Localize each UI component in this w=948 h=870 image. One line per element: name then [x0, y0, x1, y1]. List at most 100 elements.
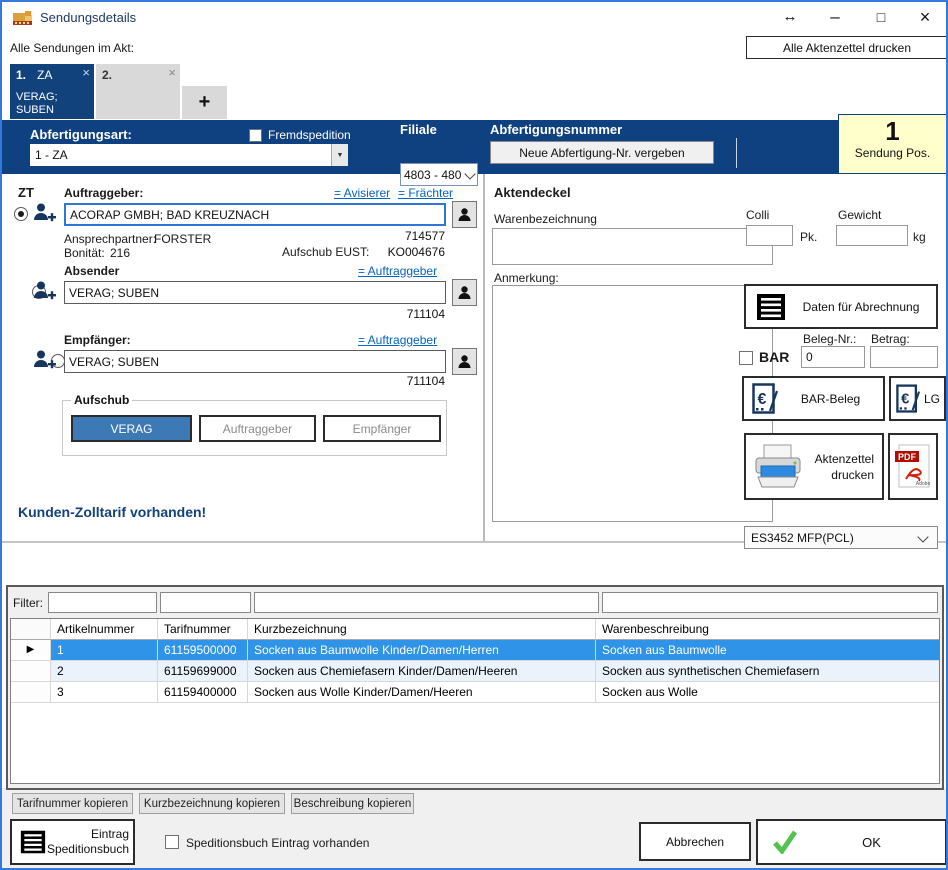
filter-tarifnummer-input[interactable] [160, 592, 251, 613]
aktenzettel-label: Aktenzetteldrucken [806, 451, 882, 483]
copy-beschreibung-button[interactable]: Beschreibung kopieren [291, 793, 414, 814]
auftraggeber-number: 714577 [365, 229, 445, 243]
grid-header-kurzbezeichnung[interactable]: Kurzbezeichnung [248, 619, 596, 640]
absender-input[interactable] [64, 281, 446, 304]
filter-kurzbezeichnung-input[interactable] [254, 592, 599, 613]
empfaenger-contact-button[interactable] [452, 348, 477, 375]
tab-close-icon[interactable]: × [168, 65, 176, 80]
abfertigung-bar: Abfertigungsart: Fremdspedition 1 - ZA ▼… [2, 120, 946, 174]
copy-tarifnummer-button[interactable]: Tarifnummer kopieren [12, 793, 133, 814]
copy-kurzbezeichnung-button[interactable]: Kurzbezeichnung kopieren [139, 793, 285, 814]
grid-header-warenbeschreibung[interactable]: Warenbeschreibung [596, 619, 939, 640]
grid-header-artikelnummer[interactable]: Artikelnummer [51, 619, 158, 640]
warenbezeichnung-textarea[interactable] [492, 228, 773, 265]
beleg-nr-input[interactable] [801, 346, 865, 368]
bar-label: BAR [759, 349, 789, 365]
empfaenger-number: 711104 [365, 374, 445, 388]
add-shipment-tab-button[interactable]: + [182, 86, 227, 119]
grid-header-selector [11, 619, 51, 640]
row-selector [11, 661, 51, 682]
tab-code: ZA [37, 68, 52, 82]
dropdown-arrow-icon[interactable]: ▼ [331, 144, 348, 166]
aktenzettel-label-line1: Aktenzettel [815, 452, 874, 466]
printer-select[interactable]: ES3452 MFP(PCL) [744, 526, 938, 549]
articles-grid: Artikelnummer Tarifnummer Kurzbezeichnun… [10, 618, 940, 784]
grid-header-tarifnummer[interactable]: Tarifnummer [158, 619, 248, 640]
check-icon [772, 830, 798, 854]
aktenzettel-drucken-button[interactable]: Aktenzetteldrucken [744, 433, 884, 500]
svg-text:PDF: PDF [898, 452, 917, 462]
auftraggeber-input[interactable] [64, 203, 446, 226]
filter-label: Filter: [13, 596, 43, 610]
filiale-select[interactable]: 4803 - 480 [400, 163, 478, 186]
svg-text:€: € [758, 391, 767, 408]
cell-kurzbezeichnung: Socken aus Wolle Kinder/Damen/Heeren [248, 682, 596, 703]
resize-icon[interactable]: ↔ [775, 4, 805, 30]
abfertigungsart-select[interactable]: 1 - ZA ▼ [30, 144, 348, 166]
cell-warenbeschreibung: Socken aus Wolle [596, 682, 939, 703]
euro-receipt-icon: € [896, 384, 920, 414]
avisierer-link[interactable]: = Avisierer [334, 186, 390, 200]
table-row[interactable]: ▶ 1 61159500000 Socken aus Baumwolle Kin… [11, 640, 939, 661]
maximize-button[interactable]: □ [866, 4, 896, 30]
absender-auftraggeber-link[interactable]: = Auftraggeber [358, 264, 437, 278]
shipment-tab-2[interactable]: 2. × [96, 64, 180, 119]
fraechter-link[interactable]: = Frächter [398, 186, 453, 200]
absender-label: Absender [64, 264, 119, 278]
printer-value: ES3452 MFP(PCL) [745, 531, 854, 545]
cell-warenbeschreibung: Socken aus Baumwolle [596, 640, 939, 661]
person-add-icon[interactable] [32, 279, 56, 303]
bar-beleg-button[interactable]: € BAR-Beleg [742, 376, 885, 421]
cell-tarifnummer: 61159500000 [158, 640, 248, 661]
absender-contact-button[interactable] [452, 279, 477, 306]
eintrag-speditionsbuch-button[interactable]: EintragSpeditionsbuch [10, 819, 135, 865]
tab-close-icon[interactable]: × [82, 65, 90, 80]
bar-checkbox[interactable] [739, 351, 753, 365]
daten-abrechnung-button[interactable]: Daten für Abrechnung [744, 284, 938, 329]
person-add-icon[interactable] [32, 348, 56, 372]
aufschub-verag-button[interactable]: VERAG [71, 415, 192, 442]
bar-separator [736, 138, 737, 168]
sendung-pos-box: 1 Sendung Pos. [838, 114, 947, 174]
gewicht-input[interactable] [836, 225, 908, 246]
ok-button[interactable]: OK [756, 819, 947, 865]
table-row[interactable]: 3 61159400000 Socken aus Wolle Kinder/Da… [11, 682, 939, 703]
table-row[interactable]: 2 61159699000 Socken aus Chemiefasern Ki… [11, 661, 939, 682]
fremdspedition-checkbox[interactable] [249, 129, 262, 142]
row-selector-arrow: ▶ [11, 640, 51, 661]
betrag-input[interactable] [870, 346, 938, 368]
filter-warenbeschreibung-input[interactable] [602, 592, 938, 613]
warenbezeichnung-label: Warenbezeichnung [494, 212, 597, 226]
shipment-tab-1[interactable]: 1. ZA × VERAG; SUBEN [10, 64, 94, 119]
articles-panel: Filter: Artikelnummer Tarifnummer Kurzbe… [6, 585, 944, 790]
tab-index: 1. [16, 68, 26, 82]
lg-button[interactable]: € LG [889, 376, 946, 421]
cell-kurzbezeichnung: Socken aus Chemiefasern Kinder/Damen/Hee… [248, 661, 596, 682]
gewicht-label: Gewicht [838, 208, 881, 222]
auftraggeber-radio[interactable] [14, 207, 28, 221]
speditionsbuch-checkbox[interactable] [165, 835, 179, 849]
fremdspedition-label: Fremdspedition [268, 128, 351, 142]
aufschub-empfaenger-button[interactable]: Empfänger [323, 415, 441, 442]
pdf-button[interactable]: PDF Adobe [888, 433, 938, 500]
cell-artikelnummer: 2 [51, 661, 158, 682]
auftraggeber-contact-button[interactable] [452, 201, 477, 228]
empfaenger-input[interactable] [64, 350, 446, 373]
colli-input[interactable] [746, 225, 793, 246]
anmerkung-textarea[interactable] [492, 285, 773, 522]
printer-icon [750, 443, 806, 491]
bonitaet-value: 216 [110, 246, 130, 260]
aufschub-auftraggeber-button[interactable]: Auftraggeber [199, 415, 316, 442]
cell-tarifnummer: 61159400000 [158, 682, 248, 703]
filiale-value: 4803 - 480 [401, 168, 461, 182]
person-add-icon[interactable] [32, 201, 56, 225]
person-icon [457, 354, 472, 369]
filter-artikelnummer-input[interactable] [48, 592, 157, 613]
neue-abfertigungsnr-button[interactable]: Neue Abfertigung-Nr. vergeben [490, 141, 714, 164]
cell-tarifnummer: 61159699000 [158, 661, 248, 682]
cancel-button[interactable]: Abbrechen [639, 822, 751, 861]
minimize-button[interactable]: – [820, 4, 850, 30]
empfaenger-auftraggeber-link[interactable]: = Auftraggeber [358, 333, 437, 347]
print-all-aktenzettel-button[interactable]: Alle Aktenzettel drucken [746, 36, 948, 59]
close-button[interactable]: × [910, 4, 940, 30]
